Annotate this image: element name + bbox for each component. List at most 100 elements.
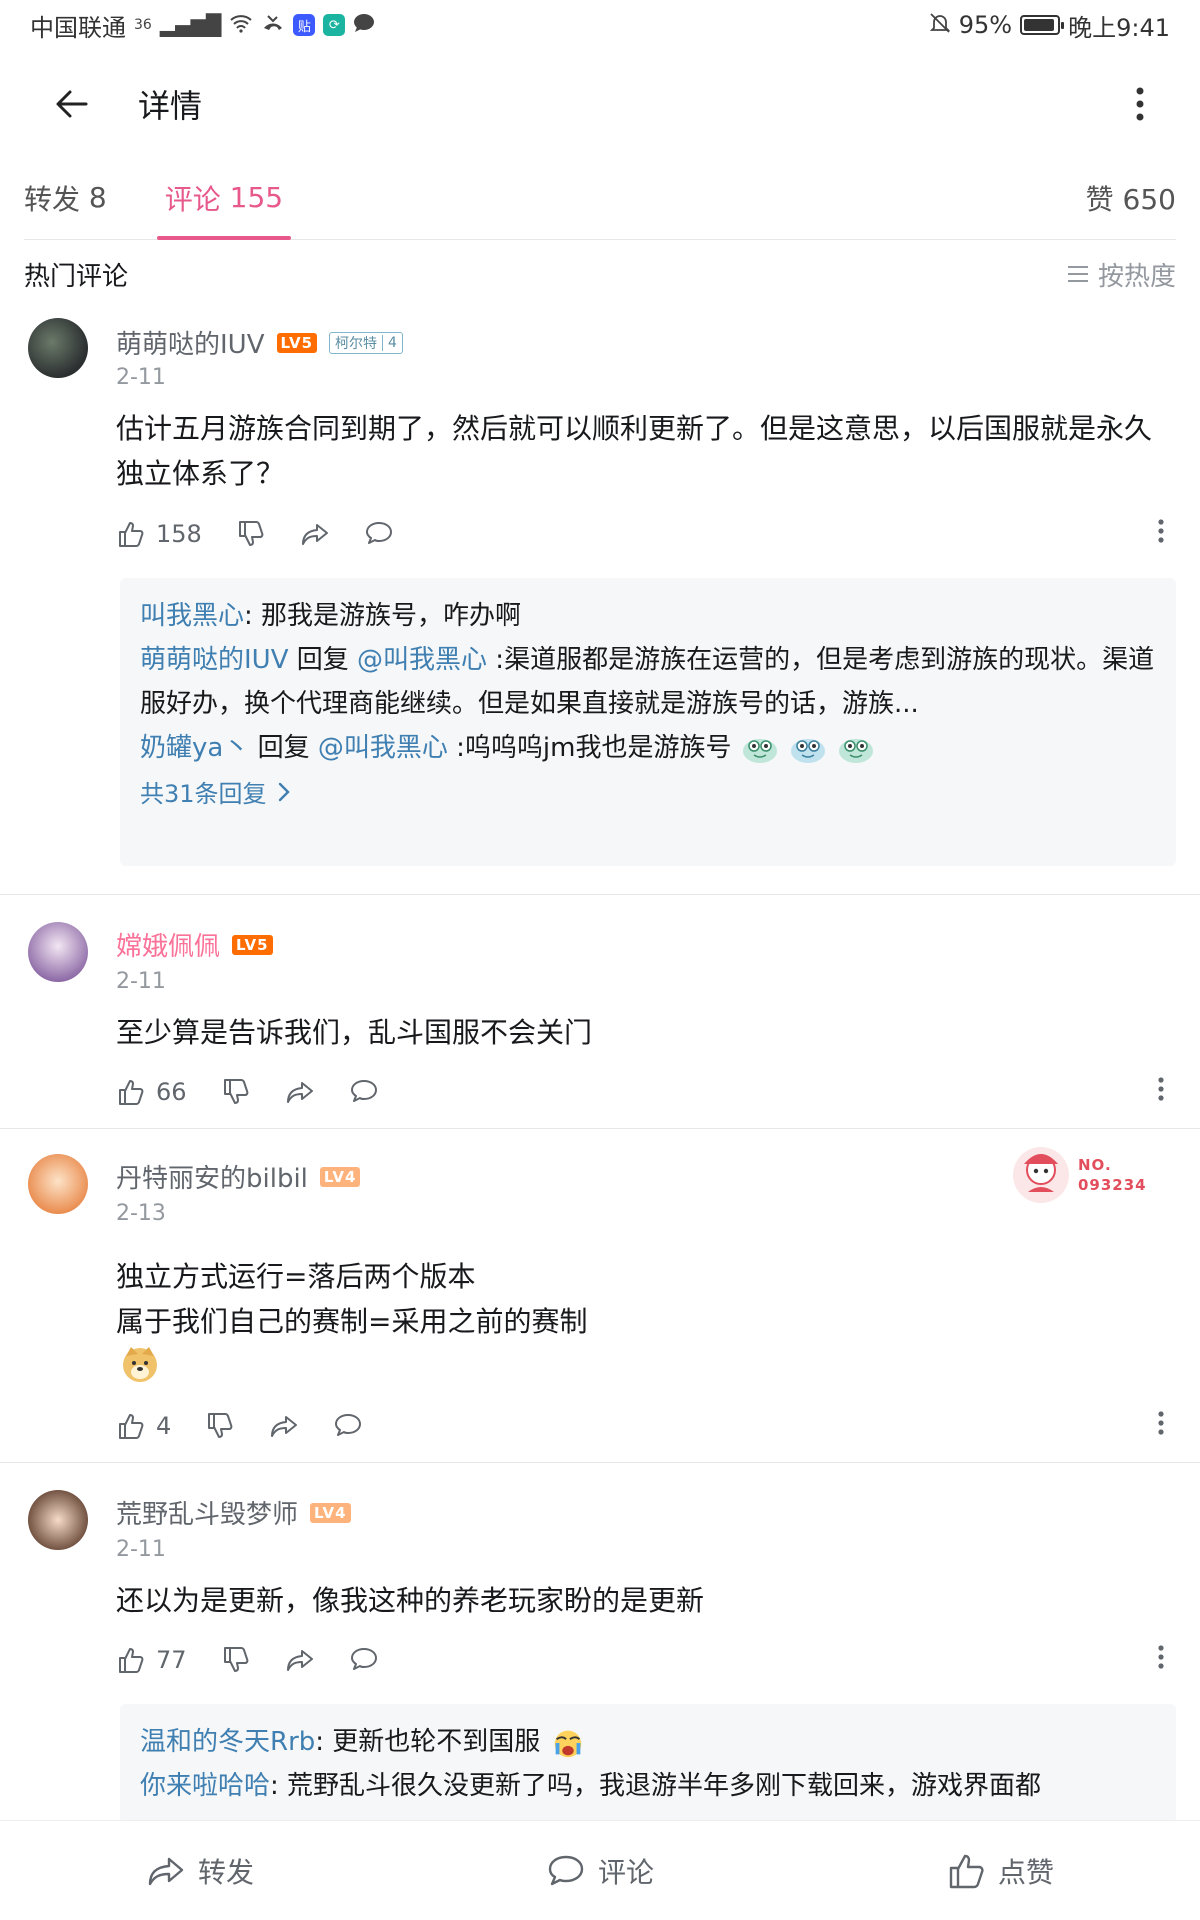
avatar[interactable] — [28, 318, 88, 378]
comment-more-button[interactable] — [1146, 1075, 1176, 1110]
emoji-icon — [839, 738, 874, 763]
dislike-button[interactable] — [221, 1645, 251, 1675]
reply-username[interactable]: 你来啦哈哈 — [140, 1771, 270, 1801]
comment-text: 至少算是告诉我们，乱斗国服不会关门 — [116, 1016, 593, 1049]
comment-username[interactable]: 丹特丽安的bilbil LV4 — [116, 1158, 361, 1195]
comment-button[interactable]: 评论 — [546, 1851, 654, 1891]
speech-bubble-icon — [350, 1080, 377, 1102]
battery-icon — [1020, 15, 1065, 35]
avatar[interactable] — [28, 1154, 88, 1214]
medal-level: 4 — [382, 334, 402, 351]
dislike-button[interactable] — [221, 1077, 251, 1107]
reply-text: : 荒野乱斗很久没更新了吗，我退游半年多刚下载回来，游戏界面都 — [270, 1771, 1042, 1801]
reply-username[interactable]: 萌萌哒的IUV — [140, 645, 289, 675]
repost-button[interactable]: 转发 — [146, 1851, 254, 1891]
reply-preview[interactable]: 叫我黑心: 那我是游族号，咋办啊 萌萌哒的IUV 回复 @叫我黑心 :渠道服都是… — [120, 578, 1176, 866]
tab-reposts-count: 8 — [88, 181, 107, 214]
like-count: 158 — [156, 520, 202, 548]
comment-date: 2-11 — [116, 969, 166, 994]
tab-reposts[interactable]: 转发 8 — [24, 156, 107, 240]
comment-more-button[interactable] — [1146, 517, 1176, 552]
app-notification-icon: ⟳ — [323, 14, 346, 36]
tab-comments[interactable]: 评论 155 — [156, 156, 292, 240]
like-post-button[interactable]: 点赞 — [946, 1851, 1054, 1891]
like-button[interactable]: 4 — [116, 1411, 171, 1441]
thumbs-down-icon — [223, 1079, 248, 1104]
chat-notification-icon — [353, 13, 375, 38]
status-left: 中国联通 36 ▂▄▆█ 贴 ⟳ — [30, 8, 375, 43]
share-button[interactable] — [269, 1411, 299, 1441]
fan-number-prefix: NO. — [1078, 1156, 1112, 1174]
like-button[interactable]: 77 — [116, 1645, 187, 1675]
divider — [0, 1462, 1200, 1463]
level-badge: LV4 — [319, 1166, 361, 1187]
back-button[interactable] — [30, 62, 114, 146]
share-button[interactable] — [285, 1077, 315, 1107]
comment-username[interactable]: 荒野乱斗毁梦师 LV4 — [116, 1494, 351, 1531]
reply-item[interactable]: 奶罐ya丶 回复 @叫我黑心 :呜呜呜jm我也是游族号 — [140, 726, 1156, 770]
doge-emoji-icon — [120, 1344, 160, 1384]
divider — [0, 894, 1200, 895]
tab-likes-count: 650 — [1122, 182, 1176, 216]
comment-more-button[interactable] — [1146, 1643, 1176, 1678]
dislike-button[interactable] — [205, 1411, 235, 1441]
speech-bubble-icon — [335, 1414, 362, 1436]
reply-connector: 回复 — [249, 733, 318, 763]
status-right: 95% 晚上9:41 — [929, 8, 1170, 43]
comment-username[interactable]: 萌萌哒的IUV LV5 柯尔特 4 — [116, 324, 403, 361]
menu-lines-icon — [1067, 266, 1088, 282]
share-arrow-icon — [286, 1650, 313, 1671]
dislike-button[interactable] — [236, 519, 266, 549]
thumbs-down-icon — [223, 1647, 248, 1672]
comment-username[interactable]: 嫦娥佩佩 LV5 — [116, 926, 273, 963]
reply-button[interactable] — [364, 519, 394, 549]
like-count: 66 — [156, 1078, 187, 1106]
like-button[interactable]: 66 — [116, 1077, 187, 1107]
reply-button[interactable] — [349, 1077, 379, 1107]
share-button[interactable] — [300, 519, 330, 549]
reply-username[interactable]: 温和的冬天Rrb — [140, 1727, 315, 1757]
tab-likes[interactable]: 赞 650 — [1086, 178, 1176, 218]
reply-text: : 更新也轮不到国服 — [315, 1727, 541, 1757]
fan-number-badge[interactable]: NO. 093234 — [1010, 1144, 1150, 1206]
reply-item[interactable]: 叫我黑心: 那我是游族号，咋办啊 — [140, 594, 1156, 638]
avatar[interactable] — [28, 1490, 88, 1550]
vertical-dots-icon — [1158, 1076, 1164, 1101]
reply-button[interactable] — [349, 1645, 379, 1675]
share-arrow-icon — [301, 524, 328, 545]
sort-button[interactable]: 按热度 — [1066, 256, 1176, 293]
bottom-action-bar: 转发 评论 点赞 — [0, 1820, 1200, 1920]
battery-percent: 95% — [958, 11, 1013, 39]
comment-actions: 66 — [116, 1070, 1176, 1114]
username-text: 荒野乱斗毁梦师 — [116, 1500, 299, 1530]
reply-mention[interactable]: @叫我黑心 — [357, 645, 487, 675]
more-options-button[interactable] — [1110, 62, 1170, 146]
avatar[interactable] — [28, 922, 88, 982]
reply-text: :呜呜呜jm我也是游族号 — [447, 733, 732, 763]
reply-username[interactable]: 叫我黑心 — [140, 601, 244, 631]
level-badge: LV4 — [310, 1502, 351, 1523]
username-text: 丹特丽安的bilbil — [116, 1164, 308, 1194]
comment-more-button[interactable] — [1146, 1409, 1176, 1444]
like-button[interactable]: 158 — [116, 519, 202, 549]
character-badge-icon — [1013, 1147, 1069, 1203]
reply-mention[interactable]: @叫我黑心 — [318, 733, 448, 763]
clock: 晚上9:41 — [1068, 13, 1170, 42]
reply-item[interactable]: 温和的冬天Rrb: 更新也轮不到国服 — [140, 1720, 1156, 1764]
thumbs-up-icon — [119, 1080, 144, 1105]
reply-button[interactable] — [333, 1411, 363, 1441]
tab-reposts-label: 转发 — [24, 182, 81, 216]
hot-comments-title: 热门评论 — [24, 261, 129, 292]
chevron-right-icon — [278, 782, 290, 801]
comment-date: 2-11 — [116, 1537, 166, 1562]
view-all-replies-link[interactable]: 共31条回复 — [140, 774, 291, 809]
reply-item[interactable]: 你来啦哈哈: 荒野乱斗很久没更新了吗，我退游半年多刚下载回来，游戏界面都 — [140, 1764, 1156, 1808]
share-button[interactable] — [285, 1645, 315, 1675]
emoji-icon — [790, 738, 825, 763]
comment-text: 还以为是更新，像我这种的养老玩家盼的是更新 — [116, 1584, 705, 1617]
reply-item[interactable]: 萌萌哒的IUV 回复 @叫我黑心 :渠道服都是游族在运营的，但是考虑到游族的现状… — [140, 638, 1156, 726]
reply-username[interactable]: 奶罐ya丶 — [140, 733, 249, 763]
comment-label: 评论 — [597, 1855, 654, 1889]
reply-preview[interactable]: 温和的冬天Rrb: 更新也轮不到国服 你来啦哈哈: 荒野乱斗很久没更新了吗，我退… — [120, 1704, 1176, 1824]
comment-actions: 4 — [116, 1404, 1176, 1448]
